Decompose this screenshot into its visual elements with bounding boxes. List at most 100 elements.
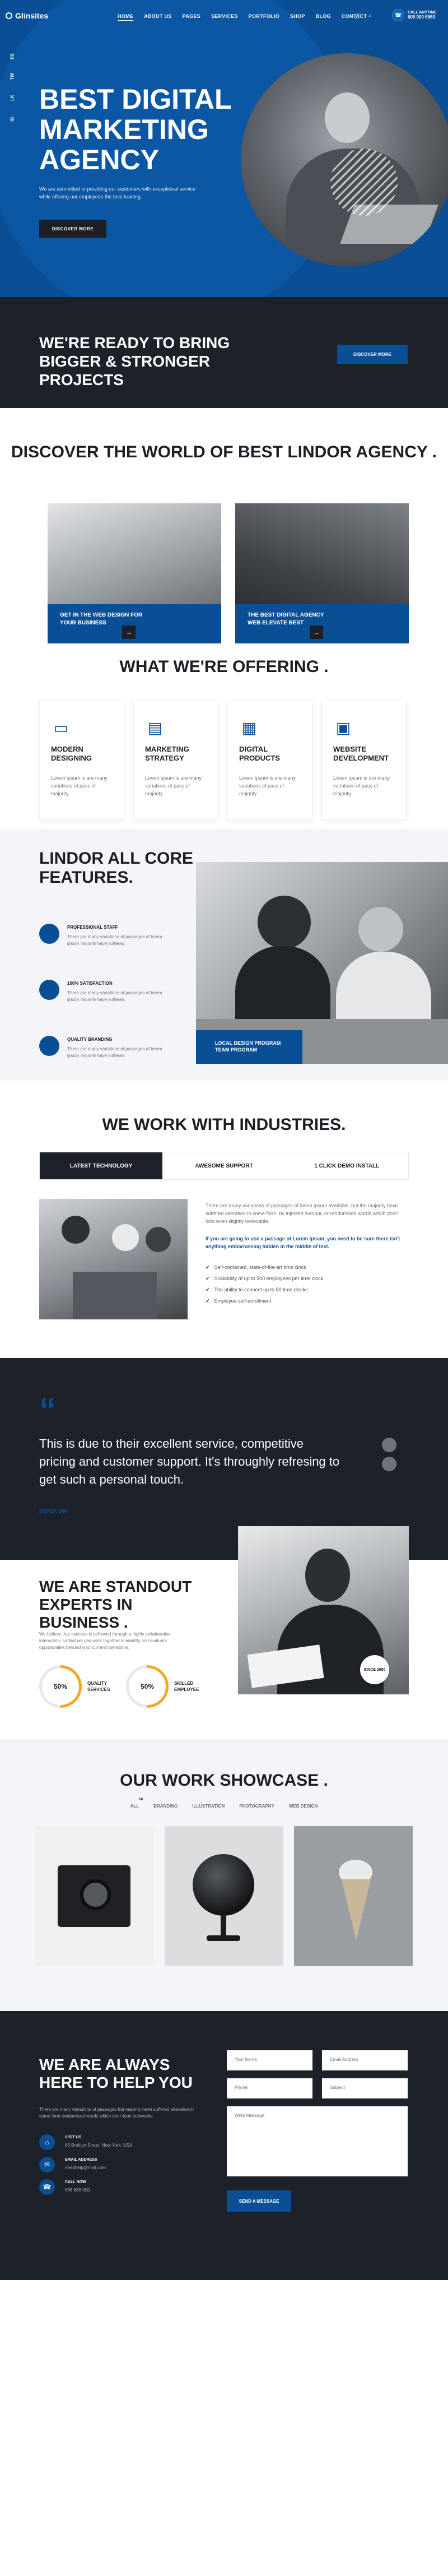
social-linkedin[interactable]: LK [10,94,15,101]
discover-title: DISCOVER THE WORLD OF BEST LINDOR AGENCY… [11,443,437,461]
service-card[interactable]: ▦ DIGITAL PRODUCTS Lorem ipsum is are ma… [227,701,312,819]
discover-section: DISCOVER THE WORLD OF BEST LINDOR AGENCY… [0,408,448,655]
monitor-icon: ▭ [53,719,69,736]
tab-awesome-support[interactable]: AWESOME SUPPORT [162,1152,286,1179]
service-text: Lorem ipsum is are many variations of pa… [51,775,108,796]
filter-photography[interactable]: PHOTOGRAPHY [239,1804,274,1809]
menu-about[interactable]: ABOUT US [144,13,171,21]
industries-title: WE WORK WITH INDUSTRIES. [102,1115,346,1134]
filter-web-design[interactable]: WEB DESIGN [289,1804,318,1809]
stat-value: 50% [129,1668,166,1705]
hero-section: Glinsites HOME ABOUT US PAGES SERVICES P… [0,0,448,297]
core-overlay-text: LOCAL DESIGN PROGRAM TEAM PROGRAM [215,1040,281,1053]
contact-value: needhelp@mail.com [65,2165,106,2170]
check-icon: ✓ [206,1298,210,1304]
arrow-right-icon[interactable]: → [122,626,136,639]
menu-shop[interactable]: SHOP [290,13,305,21]
testimonial-section: “ This is due to their excellent service… [0,1358,448,1739]
service-title: MARKETING STRATEGY [145,745,189,762]
location-icon: ⌂ [39,2134,55,2150]
ice-cream-image[interactable] [294,1826,413,1966]
filter-all[interactable]: ALL 06 [130,1798,143,1809]
social-facebook[interactable]: FB [10,52,15,59]
feature-icon [39,980,59,1000]
filter-illustration[interactable]: ILLUSTRATION [192,1804,225,1809]
service-title: MODERN DESIGNING [51,745,92,762]
camera-image[interactable] [35,1826,154,1966]
filter-branding[interactable]: BRANDING [153,1804,178,1809]
contact-text: There are many variations of passages bu… [39,2107,194,2119]
stat-value: 50% [42,1668,79,1705]
next-button[interactable] [382,1457,396,1471]
discover-card-1[interactable]: GET IN THE WEB DESIGN FOR YOUR BUSINESS … [48,503,221,643]
email-icon: ✉ [39,2157,55,2172]
filter-count: 06 [139,1798,143,1801]
products-icon: ▦ [241,719,257,736]
industries-highlight: If you are going to use a passage of Lor… [206,1236,400,1249]
phone-field[interactable]: Phone [227,2078,312,2098]
top-nav: Glinsites HOME ABOUT US PAGES SERVICES P… [0,0,448,34]
feature-icon [39,1036,59,1056]
check-icon: ✓ [206,1276,210,1281]
ice-cream-cone [342,1879,371,1941]
list-item: ✓ The ability to connect up to 50 time cl… [206,1287,308,1292]
testimonial-nav [382,1438,396,1471]
offering-section: WHAT WE'RE OFFERING . ▭ MODERN DESIGNING… [0,655,448,828]
service-text: Lorem ipsum is are many variations of pa… [239,775,296,796]
feature-text: There are many variations of passages of… [67,1046,162,1058]
logo-text: Glinsites [15,11,49,20]
globe-sphere [193,1854,254,1916]
industries-list: ✓ Self-contained, state-of-the-art time c… [206,1262,323,1306]
menu-blog[interactable]: BLOG [316,13,331,21]
service-card[interactable]: ▭ MODERN DESIGNING Lorem ipsum is are ma… [39,701,124,819]
showcase-title: OUR WORK SHOWCASE . [120,1771,328,1790]
social-instagram[interactable]: IG [10,114,15,121]
contact-value: 66 Broklyn Street, New York, USA [65,2143,133,2148]
menu-portfolio[interactable]: PORTFOLIO [249,13,279,21]
send-message-button[interactable]: SEND A MESSAGE [227,2190,291,2212]
message-field[interactable]: Write Message [227,2106,408,2176]
tab-demo-install[interactable]: 1 CLICK DEMO INSTALL [285,1152,408,1179]
feature-title: PROFESSIONAL STAFF [67,925,118,930]
standout-text: We believe that success is achieved thro… [39,1632,171,1650]
contact-section: WE ARE ALWAYS HERE TO HELP YOU There are… [0,2011,448,2280]
social-twitter[interactable]: TW [10,73,15,80]
contact-value: 666 888 000 [65,2188,90,2193]
logo-icon [6,12,12,19]
subject-field[interactable]: Subject [322,2078,408,2098]
menu-pages[interactable]: PAGES [183,13,200,21]
camera-lens [80,1879,111,1910]
cart-icon[interactable]: 🛒 [354,12,362,20]
ready-discover-button[interactable]: DISCOVER MORE [337,345,408,364]
site-logo[interactable]: Glinsites [6,11,48,20]
globe-image[interactable] [165,1826,283,1966]
name-field[interactable]: Your Name [227,2050,312,2070]
tab-latest-technology[interactable]: LATEST TECHNOLOGY [40,1152,163,1179]
discover-card-overlay: THE BEST DIGITAL AGENCY WEB ELEVATE BEST… [235,604,409,643]
core-photo-person [258,896,311,949]
menu-home[interactable]: HOME [118,13,134,21]
arrow-right-icon[interactable]: → [310,626,323,639]
service-card[interactable]: ▣ WEBSITE DEVELOPMENT Lorem ipsum is are… [321,701,407,819]
prev-button[interactable] [382,1438,396,1452]
list-item: ✓ Scalability of up to 500 employees per … [206,1276,324,1281]
discover-card-overlay: GET IN THE WEB DESIGN FOR YOUR BUSINESS … [48,604,221,643]
phone-icon: ☎ [392,9,404,21]
call-label: CALL ANYTIME [408,11,437,15]
discover-card-2[interactable]: THE BEST DIGITAL AGENCY WEB ELEVATE BEST… [235,503,409,643]
hero-discover-button[interactable]: DISCOVER MORE [39,220,106,238]
menu-services[interactable]: SERVICES [211,13,238,21]
contact-title: WE ARE ALWAYS HERE TO HELP YOU [39,2056,193,2091]
testimonial-text: This is due to their excellent service, … [39,1437,340,1486]
call-box[interactable]: ☎ CALL ANYTIME 609 000 6660 [392,9,437,21]
hero-title: BEST DIGITAL MARKETING AGENCY [39,84,231,175]
search-icon[interactable]: ⌕ [368,12,372,20]
service-card[interactable]: ▤ MARKETING STRATEGY Lorem ipsum is are … [133,701,218,819]
contact-label: VISIT US [65,2135,82,2139]
service-title: WEBSITE DEVELOPMENT [333,745,389,762]
email-field[interactable]: Email Address [322,2050,408,2070]
showcase-filters: ALL 06 BRANDING ILLUSTRATION PHOTOGRAPHY … [0,1798,448,1809]
industries-photo-person [62,1216,90,1244]
hero-photo-person [325,92,370,143]
call-number: 609 000 6660 [408,15,435,20]
